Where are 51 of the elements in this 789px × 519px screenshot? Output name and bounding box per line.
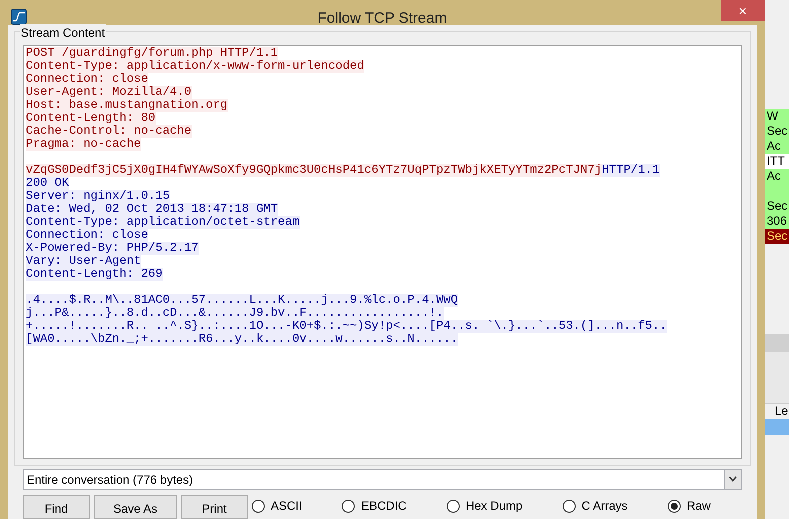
radio-label: Hex Dump	[466, 499, 523, 513]
radio-label: C Arrays	[582, 499, 628, 513]
radio-label: ASCII	[271, 499, 302, 513]
action-button[interactable]: Save As	[94, 495, 177, 519]
packet-row: 306	[765, 214, 789, 229]
stream-text: Connection: close	[26, 229, 148, 242]
radio-button[interactable]	[562, 500, 576, 512]
radio-button[interactable]	[668, 500, 681, 512]
radio-label: Raw	[686, 499, 711, 513]
stream-text: Vary: User-Agent	[26, 255, 142, 268]
packet-row: Ac	[765, 169, 789, 184]
stream-text: Date: Wed, 02 Oct 2013 18:47:18 GMT	[26, 203, 278, 216]
stream-text: j...P&.....}..8.d..cD...&......J9.bv..F.................!.	[26, 307, 444, 320]
stream-text: +.....!.......R.. ..^.S}..:....1O...-K0+$.:.~~)Sy!p<....[P4..s. `\.}...`..53.(]...n..f5..	[26, 320, 667, 333]
stream-text: Content-Length: 269	[26, 268, 163, 281]
radio-label: EBCDIC	[361, 499, 407, 513]
stream-text: Cache-Control: no-cache	[26, 125, 192, 138]
app-icon	[11, 9, 27, 25]
action-button[interactable]: Find	[23, 495, 90, 519]
stream-text: Server: nginx/1.0.15	[26, 190, 170, 203]
packet-row: Sec	[765, 199, 789, 214]
stream-text: Connection: close	[26, 73, 148, 86]
stream-text: .4....$.R..M\..81AC0...57......L...K.....j...9.%lc.o.P.4.WwQ	[26, 294, 458, 307]
stream-text: Host: base.mustangnation.org	[26, 99, 228, 112]
radio-button[interactable]	[252, 500, 265, 512]
window-title: Follow TCP Stream	[316, 9, 448, 29]
stream-text: HTTP/1.1	[602, 164, 660, 177]
packet-row: Ac	[765, 139, 789, 154]
close-button[interactable]: ×	[721, 0, 765, 21]
radio-button[interactable]	[446, 500, 460, 512]
action-button[interactable]: Print	[181, 495, 248, 519]
conversation-select[interactable]: Entire conversation (776 bytes)	[23, 469, 742, 490]
stream-text: Content-Type: application/x-www-form-urlencoded	[26, 60, 364, 73]
stream-text: Content-Type: application/octet-stream	[26, 216, 300, 229]
stream-text: 200 OK	[26, 177, 70, 190]
packet-row: W	[765, 109, 789, 124]
packet-row: ITT	[765, 154, 789, 169]
stream-text: Pragma: no-cache	[26, 138, 142, 151]
stream-text: X-Powered-By: PHP/5.2.17	[26, 242, 199, 255]
stream-text: Content-Length: 80	[26, 112, 156, 125]
stream-text: vZqGS0Dedf3jC5jX0gIH4fWYAwSoXfy9GQpkmc3U0cHsP41c6YTz7UqPTpzTWbjkXETyYTmz2PcTJN7j	[26, 164, 602, 177]
dropdown-caret-icon	[724, 470, 741, 489]
selected-row	[765, 419, 789, 435]
packet-row: Sec	[765, 229, 789, 244]
detail-label: Le	[774, 404, 789, 419]
stream-text: [WA0.....\bZn._;+.......R6...y..k....0v....w......s..N......	[26, 333, 458, 346]
stream-text: POST /guardingfg/forum.php HTTP/1.1	[26, 47, 278, 60]
stream-text: User-Agent: Mozilla/4.0	[26, 86, 192, 99]
packet-row: Sec	[765, 124, 789, 139]
radio-button[interactable]	[342, 500, 356, 512]
column-header	[765, 334, 789, 352]
